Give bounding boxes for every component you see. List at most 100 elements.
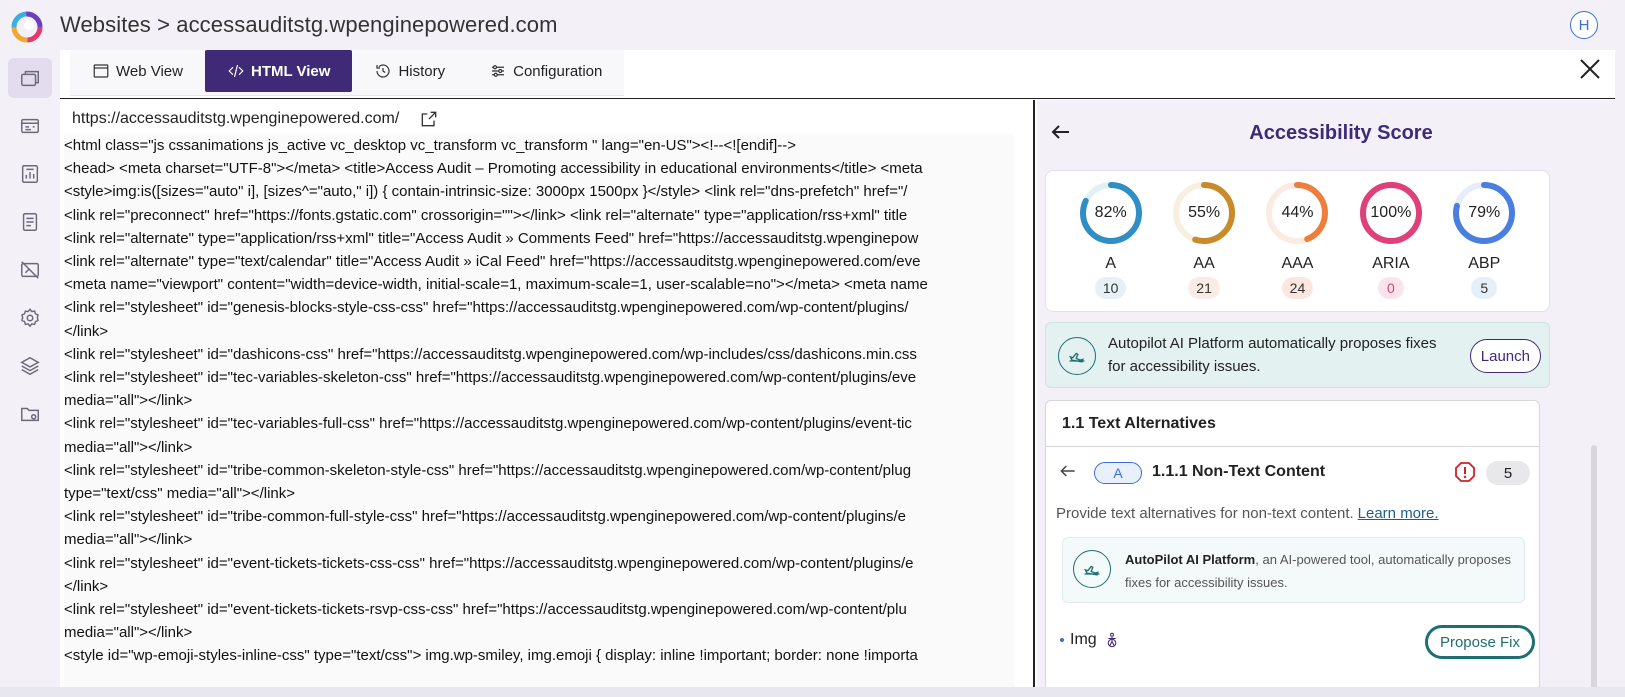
external-link-icon[interactable] xyxy=(419,109,439,129)
score-aa[interactable]: 55% AA 21 xyxy=(1164,179,1244,311)
score-abp[interactable]: 79% ABP 5 xyxy=(1444,179,1524,311)
code-line: <link rel="alternate" type="text/calenda… xyxy=(64,253,921,271)
code-line: media="all"></link> xyxy=(64,438,193,456)
launch-button[interactable]: Launch xyxy=(1469,339,1541,373)
code-icon xyxy=(228,64,244,78)
autopilot-info-text: AutoPilot AI Platform, an AI-powered too… xyxy=(1125,548,1515,594)
sidebar-item-websites[interactable] xyxy=(8,58,52,98)
score-percent: 100% xyxy=(1370,204,1412,221)
score-count-badge: 10 xyxy=(1094,277,1127,299)
sidebar-item-layers[interactable] xyxy=(8,346,52,386)
browser-icon xyxy=(93,64,109,78)
sidebar-item-dashboard[interactable] xyxy=(8,106,52,146)
code-line: media="all"></link> xyxy=(64,392,193,410)
score-ring: 44% xyxy=(1263,179,1331,247)
document-icon xyxy=(22,213,38,231)
panel-title: Accessibility Score xyxy=(1249,122,1433,144)
score-percent: 44% xyxy=(1281,204,1314,221)
score-aaa[interactable]: 44% AAA 24 xyxy=(1257,179,1337,311)
plane-icon xyxy=(1058,337,1096,375)
page-url: https://accessauditstg.wpenginepowered.c… xyxy=(72,110,400,127)
dashboard-card-icon xyxy=(21,118,39,134)
app-logo-icon[interactable] xyxy=(10,10,44,44)
panel-scrollbar[interactable] xyxy=(1591,445,1597,695)
level-badge: A xyxy=(1094,462,1142,484)
top-bar: Websites > accessauditstg.wpenginepowere… xyxy=(0,0,1625,50)
criterion-description: Provide text alternatives for non-text c… xyxy=(1056,505,1439,522)
score-percent: 55% xyxy=(1188,204,1221,221)
code-line: </link> xyxy=(64,577,109,595)
gear-icon xyxy=(21,308,39,328)
score-name: AAA xyxy=(1281,255,1314,272)
bottom-edge xyxy=(0,687,1625,697)
tab-configuration[interactable]: Configuration xyxy=(467,50,624,92)
score-name: A xyxy=(1105,255,1117,272)
windows-icon xyxy=(21,70,39,87)
sidebar-item-reports[interactable] xyxy=(8,154,52,194)
sidebar-item-folder-settings[interactable] xyxy=(8,394,52,434)
tab-history[interactable]: History xyxy=(352,50,467,92)
issue-count-badge: 5 xyxy=(1486,461,1530,485)
sidebar-item-settings[interactable] xyxy=(8,298,52,338)
code-line: media="all"></link> xyxy=(64,624,193,642)
sidebar-item-documents[interactable] xyxy=(8,202,52,242)
code-line: <link rel="preconnect" href="https://fon… xyxy=(64,206,908,224)
tab-label: Web View xyxy=(116,62,183,80)
html-source[interactable]: <html class="js cssanimations js_active … xyxy=(64,134,1014,694)
score-percent: 82% xyxy=(1094,204,1127,221)
html-code-panel[interactable]: https://accessauditstg.wpenginepowered.c… xyxy=(60,100,1035,697)
tab-label: Configuration xyxy=(513,62,603,80)
code-line: <link rel="stylesheet" id="tribe-common-… xyxy=(64,508,907,526)
score-percent: 79% xyxy=(1468,204,1501,221)
tab-html-view[interactable]: HTML View xyxy=(204,50,353,92)
close-icon[interactable] xyxy=(1577,56,1603,82)
code-line: <link rel="stylesheet" id="tec-variables… xyxy=(64,415,912,433)
score-aria[interactable]: 100% ARIA 0 xyxy=(1351,179,1431,311)
score-count-badge: 0 xyxy=(1377,277,1404,299)
section-title: 1.1 Text Alternatives xyxy=(1046,401,1539,447)
score-ring: 79% xyxy=(1450,179,1518,247)
description-text: Provide text alternatives for non-text c… xyxy=(1056,505,1354,522)
user-avatar[interactable]: H xyxy=(1570,11,1598,39)
score-name: ARIA xyxy=(1372,255,1410,272)
score-count-badge: 24 xyxy=(1281,277,1314,299)
code-line: <style id="wp-emoji-styles-inline-css" t… xyxy=(64,647,918,665)
code-line: <link rel="alternate" type="application/… xyxy=(64,229,919,247)
bullet xyxy=(1060,638,1064,642)
code-line: <link rel="stylesheet" id="dashicons-css… xyxy=(64,345,917,363)
score-count-badge: 21 xyxy=(1188,277,1220,299)
score-a[interactable]: 82% A 10 xyxy=(1071,179,1151,311)
code-line: <link rel="stylesheet" id="event-tickets… xyxy=(64,601,907,619)
score-name: ABP xyxy=(1468,255,1501,272)
issue-item[interactable]: Img xyxy=(1060,625,1121,655)
layers-icon xyxy=(20,356,40,376)
score-ring: 100% xyxy=(1357,179,1425,247)
tab-label: History xyxy=(398,62,446,80)
view-tabs: Web View HTML View History Configuration xyxy=(70,50,625,96)
history-icon xyxy=(376,64,391,78)
sidebar-item-media[interactable] xyxy=(8,250,52,290)
code-line: <link rel="stylesheet" id="tec-variables… xyxy=(64,369,917,387)
propose-fix-button[interactable]: Propose Fix xyxy=(1424,625,1535,659)
learn-more-link[interactable]: Learn more. xyxy=(1358,505,1439,522)
accessibility-person-icon xyxy=(1107,632,1116,648)
autopilot-brand: AutoPilot AI Platform xyxy=(1125,552,1256,567)
autopilot-banner: Autopilot AI Platform automatically prop… xyxy=(1045,322,1550,388)
image-off-icon xyxy=(21,261,39,279)
tab-web-view[interactable]: Web View xyxy=(70,50,205,92)
code-line: <meta name="viewport" content="width=dev… xyxy=(64,276,928,294)
code-line: <link rel="stylesheet" id="event-tickets… xyxy=(64,554,914,572)
code-line: <link rel="stylesheet" id="tribe-common-… xyxy=(64,461,912,479)
back-arrow-icon[interactable] xyxy=(1058,461,1082,485)
score-card: 82% A 10 55% AA 21 44% AAA 24 100% ARIA 0 79% ABP 5 xyxy=(1045,170,1550,312)
main-panel: Web View HTML View History Configuration… xyxy=(60,50,1615,697)
score-count-badge: 5 xyxy=(1471,277,1498,299)
divider xyxy=(60,98,1615,99)
page-title: Websites > accessauditstg.wpenginepowere… xyxy=(60,12,558,37)
criterion-name: 1.1.1 Non-Text Content xyxy=(1152,463,1326,480)
score-ring: 55% xyxy=(1170,179,1238,247)
accessibility-panel: Accessibility Score 82% A 10 55% AA 21 44% AAA 2… xyxy=(1037,100,1615,697)
score-name: AA xyxy=(1193,255,1215,272)
issue-item-label: Img xyxy=(1070,631,1097,648)
folder-settings-icon xyxy=(21,407,39,422)
